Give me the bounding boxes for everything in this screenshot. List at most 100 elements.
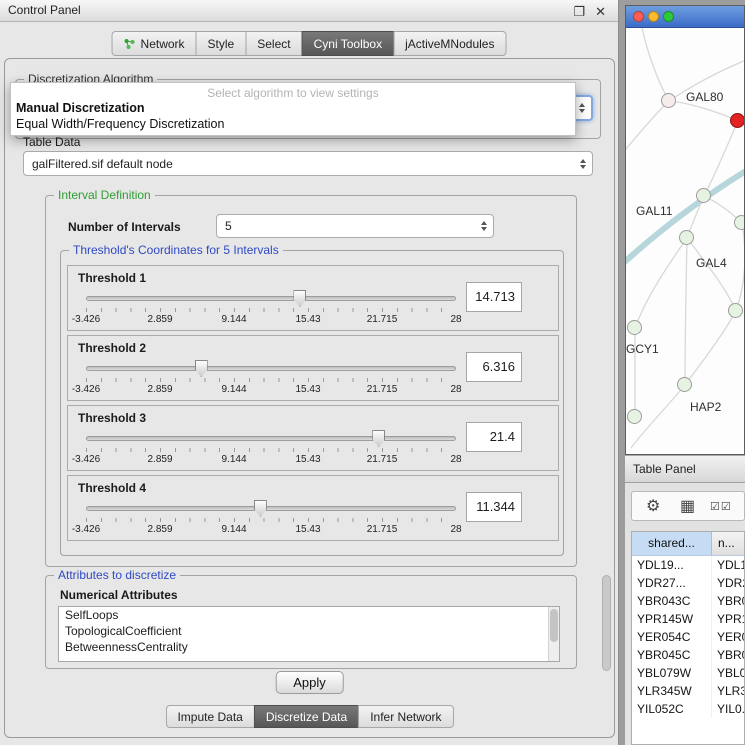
- table-cell[interactable]: YDR2...: [712, 574, 744, 592]
- attribute-list-item[interactable]: SelfLoops: [59, 607, 559, 623]
- slider-track[interactable]: [86, 296, 456, 301]
- minimize-traffic-light-icon[interactable]: [648, 11, 659, 22]
- tab-infer-network[interactable]: Infer Network: [358, 705, 453, 728]
- table-row[interactable]: YIL052CYIL0...: [632, 700, 744, 718]
- network-node-label: GAL4: [696, 256, 727, 270]
- table-row[interactable]: YLR345WYLR3...: [632, 682, 744, 700]
- attribute-list-item[interactable]: TopologicalCoefficient: [59, 623, 559, 639]
- slider-thumb[interactable]: [372, 430, 385, 447]
- table-cell[interactable]: YBR045C: [632, 646, 712, 664]
- network-node[interactable]: [627, 409, 642, 424]
- table-cell[interactable]: YLR3...: [712, 682, 744, 700]
- threshold-slider[interactable]: -3.4262.8599.14415.4321.71528: [86, 288, 456, 328]
- gear-icon[interactable]: ⚙: [646, 496, 660, 516]
- tab-cyni-toolbox[interactable]: Cyni Toolbox: [302, 31, 394, 56]
- table-row[interactable]: YDR27...YDR2...: [632, 574, 744, 592]
- table-row[interactable]: YBL079WYBL0...: [632, 664, 744, 682]
- network-node[interactable]: [728, 303, 743, 318]
- tab-network[interactable]: Network: [112, 31, 197, 56]
- num-intervals-combobox[interactable]: 5: [216, 214, 494, 238]
- table-row[interactable]: YDL19...YDL1...: [632, 556, 744, 574]
- tick-label: 21.715: [367, 314, 398, 325]
- close-window-icon[interactable]: ✕: [595, 1, 606, 22]
- table-cell[interactable]: YER0...: [712, 628, 744, 646]
- tick-label: 2.859: [147, 454, 172, 465]
- algorithm-option-manual[interactable]: Manual Discretization: [11, 100, 575, 116]
- tick-label: 9.144: [221, 314, 246, 325]
- threshold-value-field[interactable]: 11.344: [466, 492, 522, 522]
- table-cell[interactable]: YDL19...: [632, 556, 712, 574]
- table-cell[interactable]: YIL052C: [632, 700, 712, 718]
- attribute-list-item[interactable]: BetweennessCentrality: [59, 639, 559, 655]
- algorithm-option-equal-width[interactable]: Equal Width/Frequency Discretization: [11, 116, 575, 132]
- threshold-value-field[interactable]: 6.316: [466, 352, 522, 382]
- attributes-group-title: Attributes to discretize: [54, 568, 180, 582]
- slider-track[interactable]: [86, 506, 456, 511]
- slider-track[interactable]: [86, 436, 456, 441]
- network-canvas[interactable]: GAL80GAL11GAL4GCY1HAP2: [626, 28, 744, 454]
- checkbox-icons[interactable]: ☑☑: [710, 500, 732, 513]
- threshold-label: Threshold 2: [78, 341, 146, 355]
- table-row[interactable]: YBR045CYBR0...: [632, 646, 744, 664]
- tab-discretize-data[interactable]: Discretize Data: [254, 705, 359, 728]
- apply-button[interactable]: Apply: [275, 671, 344, 694]
- threshold-slider[interactable]: -3.4262.8599.14415.4321.71528: [86, 428, 456, 468]
- close-traffic-light-icon[interactable]: [633, 11, 644, 22]
- table-cell[interactable]: YDR27...: [632, 574, 712, 592]
- threshold-value-field[interactable]: 14.713: [466, 282, 522, 312]
- float-window-icon[interactable]: ❐: [573, 1, 585, 22]
- column-header-shared[interactable]: shared...: [632, 532, 712, 555]
- table-cell[interactable]: YIL0...: [712, 700, 744, 718]
- tick-label: 21.715: [367, 384, 398, 395]
- tick-label: 28: [450, 454, 461, 465]
- tab-label: Network: [141, 37, 185, 51]
- network-node-gal4[interactable]: [679, 230, 694, 245]
- tab-impute-data[interactable]: Impute Data: [165, 705, 254, 728]
- tick-label: 9.144: [221, 524, 246, 535]
- slider-thumb[interactable]: [195, 360, 208, 377]
- numerical-attributes-list[interactable]: SelfLoopsTopologicalCoefficientBetweenne…: [58, 606, 560, 662]
- table-cell[interactable]: YBR0...: [712, 592, 744, 610]
- slider-track[interactable]: [86, 366, 456, 371]
- combo-spinner-icon: [579, 103, 585, 113]
- threshold-value-field[interactable]: 21.4: [466, 422, 522, 452]
- tab-label: Select: [257, 37, 290, 51]
- network-window-titlebar[interactable]: [626, 6, 744, 28]
- table-cell[interactable]: YLR345W: [632, 682, 712, 700]
- slider-thumb[interactable]: [293, 290, 306, 307]
- zoom-traffic-light-icon[interactable]: [663, 11, 674, 22]
- network-node[interactable]: [730, 113, 744, 128]
- table-cell[interactable]: YBL0...: [712, 664, 744, 682]
- table-cell[interactable]: YPR145W: [632, 610, 712, 628]
- slider-scale: -3.4262.8599.14415.4321.71528: [86, 384, 456, 396]
- slider-thumb[interactable]: [254, 500, 267, 517]
- table-cell[interactable]: YBR043C: [632, 592, 712, 610]
- tick-label: 2.859: [147, 524, 172, 535]
- network-node[interactable]: [734, 215, 744, 230]
- bottom-tabbar: Impute Data Discretize Data Infer Networ…: [165, 705, 453, 728]
- table-cell[interactable]: YBL079W: [632, 664, 712, 682]
- table-row[interactable]: YPR145WYPR1...: [632, 610, 744, 628]
- tab-style[interactable]: Style: [196, 31, 247, 56]
- table-cell[interactable]: YBR0...: [712, 646, 744, 664]
- table-row[interactable]: YER054CYER0...: [632, 628, 744, 646]
- network-node-hap2[interactable]: [677, 377, 692, 392]
- tick-label: 28: [450, 524, 461, 535]
- threshold-slider[interactable]: -3.4262.8599.14415.4321.71528: [86, 358, 456, 398]
- network-node-gal11[interactable]: [696, 188, 711, 203]
- table-cell[interactable]: YDL1...: [712, 556, 744, 574]
- column-header-n[interactable]: n...: [712, 532, 744, 555]
- tab-select[interactable]: Select: [245, 31, 302, 56]
- table-cell[interactable]: YPR1...: [712, 610, 744, 628]
- table-data-combobox[interactable]: galFiltered.sif default node: [23, 151, 593, 176]
- table-grid-icon[interactable]: ▦: [680, 496, 695, 516]
- list-scrollbar[interactable]: [548, 607, 559, 661]
- network-node-label: GAL80: [686, 90, 723, 104]
- panel-scrollbar[interactable]: [602, 575, 611, 671]
- table-row[interactable]: YBR043CYBR0...: [632, 592, 744, 610]
- threshold-slider[interactable]: -3.4262.8599.14415.4321.71528: [86, 498, 456, 538]
- table-cell[interactable]: YER054C: [632, 628, 712, 646]
- network-node-gal80[interactable]: [661, 93, 676, 108]
- network-node-gcy1[interactable]: [627, 320, 642, 335]
- tab-jactivemnodules[interactable]: jActiveMNodules: [393, 31, 506, 56]
